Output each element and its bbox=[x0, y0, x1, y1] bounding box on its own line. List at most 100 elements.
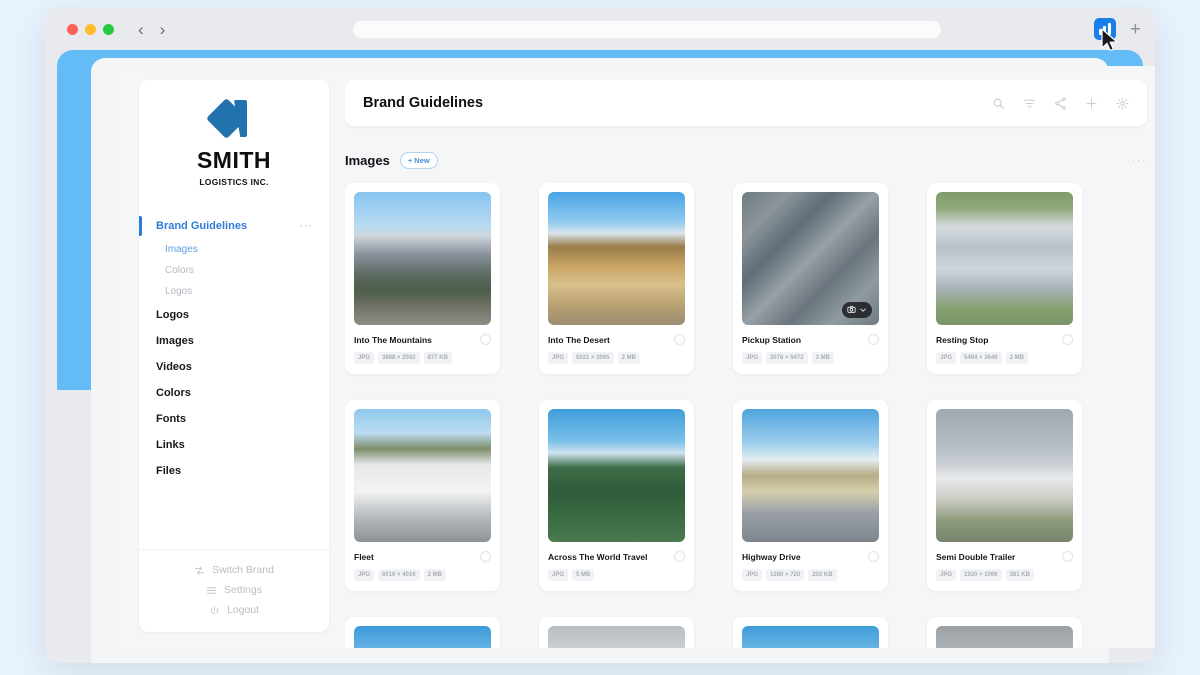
camera-dropdown-badge[interactable] bbox=[842, 302, 872, 318]
card-tag: 2 MB bbox=[618, 352, 640, 364]
card-tag: 3888 × 2592 bbox=[378, 352, 420, 364]
card-thumbnail[interactable] bbox=[548, 626, 685, 648]
card-select-radio[interactable] bbox=[480, 334, 491, 345]
card-select-radio[interactable] bbox=[480, 551, 491, 562]
image-card[interactable] bbox=[345, 617, 500, 648]
switch-brand-button[interactable]: Switch Brand bbox=[194, 564, 274, 576]
address-bar[interactable] bbox=[353, 21, 941, 38]
card-tag: JPG bbox=[936, 352, 956, 364]
card-title-row: Across The World Travel bbox=[548, 551, 685, 562]
image-card[interactable]: Highway Drive JPG1280 × 720202 KB bbox=[733, 400, 888, 591]
brand-block: SMITH LOGISTICS INC. bbox=[139, 80, 329, 207]
card-tags: JPG 5021 × 3065 2 MB bbox=[548, 352, 685, 364]
image-card[interactable]: FleetJPG6016 × 40162 MB bbox=[345, 400, 500, 591]
image-card[interactable]: Into The Desert JPG 5021 × 3065 2 MB bbox=[539, 183, 694, 374]
card-tags: JPG1280 × 720202 KB bbox=[742, 569, 879, 581]
sidebar-subitem-images[interactable]: Images bbox=[139, 239, 329, 260]
card-select-radio[interactable] bbox=[868, 551, 879, 562]
card-title-row: Into The Desert bbox=[548, 334, 685, 345]
sidebar-item-brand-guidelines[interactable]: Brand Guidelines ··· bbox=[139, 213, 329, 239]
card-title: Into The Mountains bbox=[354, 335, 432, 345]
section-menu-icon[interactable]: ··· bbox=[1132, 155, 1148, 167]
card-title-row: Pickup Station bbox=[742, 334, 879, 345]
card-thumbnail[interactable] bbox=[936, 626, 1073, 648]
sidebar: SMITH LOGISTICS INC. Brand Guidelines ··… bbox=[139, 80, 329, 632]
card-thumbnail[interactable] bbox=[936, 409, 1073, 542]
card-thumbnail[interactable] bbox=[742, 626, 879, 648]
sidebar-item-colors[interactable]: Colors bbox=[139, 380, 329, 406]
card-thumbnail[interactable] bbox=[354, 192, 491, 325]
filter-icon[interactable] bbox=[1023, 97, 1036, 110]
sidebar-nav: Brand Guidelines ··· Images Colors Logos… bbox=[139, 207, 329, 549]
image-card[interactable]: Into The MountainsJPG3888 × 2592877 KB bbox=[345, 183, 500, 374]
settings-label: Settings bbox=[224, 584, 262, 596]
switch-brand-label: Switch Brand bbox=[212, 564, 274, 576]
card-select-radio[interactable] bbox=[868, 334, 879, 345]
card-tag: 5021 × 3065 bbox=[572, 352, 614, 364]
card-tags: JPG1920 × 1066381 KB bbox=[936, 569, 1073, 581]
sidebar-item-label: Brand Guidelines bbox=[156, 220, 247, 232]
card-thumbnail[interactable] bbox=[354, 409, 491, 542]
close-window-button[interactable] bbox=[67, 24, 78, 35]
image-card[interactable]: Across The World TravelJPG5 MB bbox=[539, 400, 694, 591]
sidebar-item-videos[interactable]: Videos bbox=[139, 354, 329, 380]
card-select-radio[interactable] bbox=[1062, 551, 1073, 562]
image-card[interactable] bbox=[733, 617, 888, 648]
sidebar-item-label: Fonts bbox=[156, 413, 186, 425]
card-tag: JPG bbox=[742, 352, 762, 364]
forward-button[interactable]: › bbox=[160, 21, 166, 38]
sidebar-item-images[interactable]: Images bbox=[139, 328, 329, 354]
card-tag: JPG bbox=[742, 569, 762, 581]
plus-icon[interactable] bbox=[1085, 97, 1098, 110]
sidebar-item-label: Logos bbox=[156, 309, 189, 321]
minimize-window-button[interactable] bbox=[85, 24, 96, 35]
card-tag: JPG bbox=[354, 569, 374, 581]
new-tab-button[interactable]: + bbox=[1130, 20, 1141, 39]
image-card[interactable]: Semi Double TrailerJPG1920 × 1066381 KB bbox=[927, 400, 1082, 591]
card-select-radio[interactable] bbox=[674, 334, 685, 345]
chrome-right-group: + bbox=[1094, 18, 1141, 40]
bar-chart-app-icon[interactable] bbox=[1094, 18, 1116, 40]
sidebar-item-fonts[interactable]: Fonts bbox=[139, 406, 329, 432]
card-select-radio[interactable] bbox=[1062, 334, 1073, 345]
image-card[interactable] bbox=[927, 617, 1082, 648]
card-thumbnail[interactable] bbox=[936, 192, 1073, 325]
gear-icon[interactable] bbox=[1116, 97, 1129, 110]
image-card[interactable] bbox=[539, 617, 694, 648]
window-controls[interactable] bbox=[67, 24, 114, 35]
image-card[interactable]: Resting StopJPG5464 × 36402 MB bbox=[927, 183, 1082, 374]
card-title-row: Highway Drive bbox=[742, 551, 879, 562]
card-thumbnail[interactable] bbox=[548, 409, 685, 542]
sidebar-subitem-colors[interactable]: Colors bbox=[139, 260, 329, 281]
card-thumbnail[interactable] bbox=[742, 192, 879, 325]
back-button[interactable]: ‹ bbox=[138, 21, 144, 38]
share-icon[interactable] bbox=[1054, 97, 1067, 110]
image-card[interactable]: Pickup Station JPG3078 × 54723 MB bbox=[733, 183, 888, 374]
card-tag: JPG bbox=[548, 569, 568, 581]
chevron-down-icon bbox=[859, 301, 867, 319]
logout-button[interactable]: Logout bbox=[209, 604, 259, 616]
topbar-actions bbox=[992, 97, 1129, 110]
card-title-row: Resting Stop bbox=[936, 334, 1073, 345]
card-thumbnail[interactable] bbox=[354, 626, 491, 648]
settings-button[interactable]: Settings bbox=[206, 584, 262, 596]
card-select-radio[interactable] bbox=[674, 551, 685, 562]
sidebar-item-label: Colors bbox=[156, 387, 191, 399]
card-thumbnail[interactable] bbox=[742, 409, 879, 542]
sidebar-item-menu-icon[interactable]: ··· bbox=[300, 221, 313, 232]
card-thumbnail[interactable] bbox=[548, 192, 685, 325]
card-tags: JPG3078 × 54723 MB bbox=[742, 352, 879, 364]
sidebar-item-links[interactable]: Links bbox=[139, 432, 329, 458]
sidebar-item-logos[interactable]: Logos bbox=[139, 302, 329, 328]
card-tag: JPG bbox=[548, 352, 568, 364]
section-header: Images + New ··· bbox=[345, 152, 1147, 169]
power-icon bbox=[209, 605, 220, 616]
sidebar-item-files[interactable]: Files bbox=[139, 458, 329, 484]
nav-arrows: ‹ › bbox=[138, 21, 165, 38]
sidebar-item-label: Images bbox=[156, 335, 194, 347]
sidebar-subitem-logos[interactable]: Logos bbox=[139, 281, 329, 302]
search-icon[interactable] bbox=[992, 97, 1005, 110]
card-tags: JPG6016 × 40162 MB bbox=[354, 569, 491, 581]
maximize-window-button[interactable] bbox=[103, 24, 114, 35]
new-image-button[interactable]: + New bbox=[400, 152, 438, 169]
